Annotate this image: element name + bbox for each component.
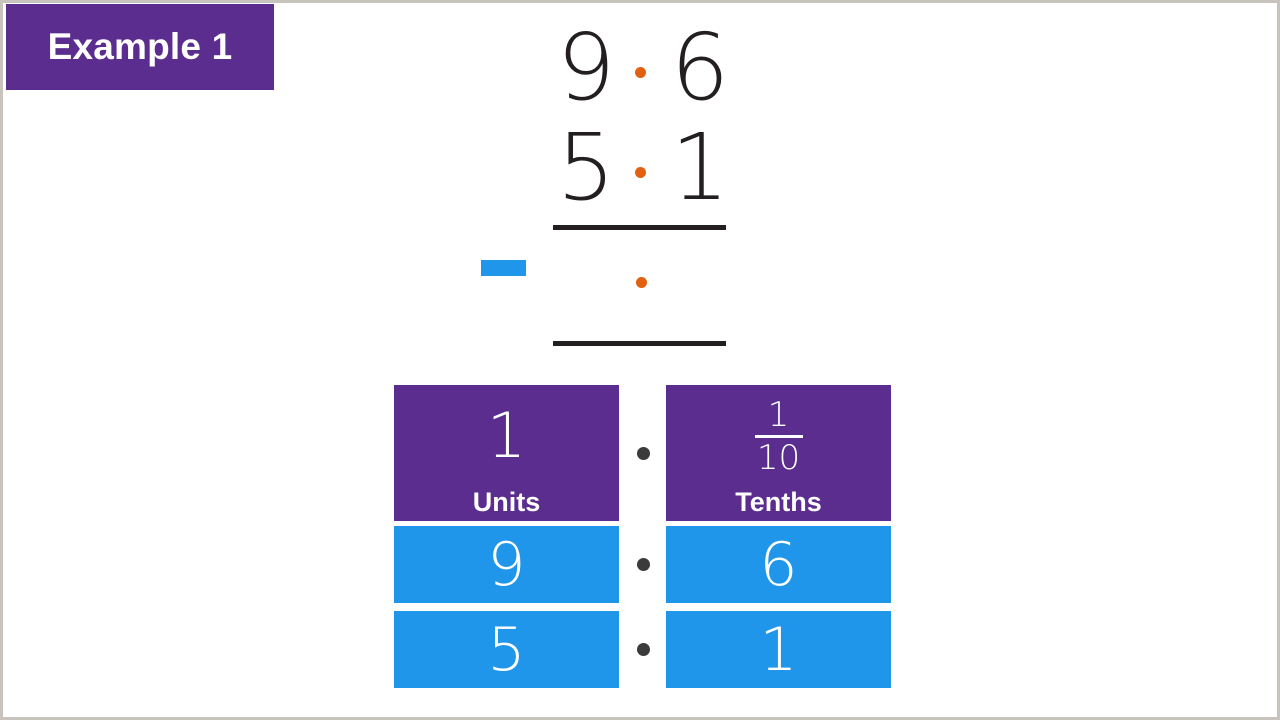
answer-decimal-point-icon: [636, 277, 647, 288]
place-value-label-units: Units: [472, 487, 541, 517]
table-row: 1: [666, 611, 891, 688]
subtrahend-tenths-digit: 1: [670, 114, 730, 221]
place-value-header-units: 1 Units: [394, 385, 619, 521]
table-row: 6: [666, 526, 891, 603]
subtrahend-decimal-point-icon: [635, 167, 646, 178]
answer-row: [433, 265, 773, 375]
tenths-cell-value-2: 1: [759, 614, 798, 685]
minuend-row: 9 6: [433, 13, 773, 123]
tenths-fraction-numerator: 1: [767, 394, 790, 435]
table-row: 9: [394, 526, 619, 603]
units-symbol-value: 1: [486, 399, 527, 472]
minuend-decimal-point-icon: [635, 67, 646, 78]
example-badge: Example 1: [6, 4, 274, 90]
minuend-units-digit: 9: [556, 14, 616, 121]
example-badge-label: Example 1: [47, 26, 233, 67]
subtrahend-row: 5 1: [433, 113, 773, 276]
table-row: 5: [394, 611, 619, 688]
units-cell-value-1: 9: [487, 529, 526, 600]
place-value-table: 1 Units 9 5 1 10 Tenths 6 1: [394, 385, 891, 688]
sum-rule-lower: [553, 341, 726, 346]
column-subtraction: 9 6 5 1: [433, 13, 773, 363]
tenths-fraction-denominator: 10: [756, 437, 801, 478]
place-value-label-tenths: Tenths: [735, 487, 822, 517]
tenths-fraction: 1 10: [754, 394, 803, 478]
slide-canvas: Example 1 9 6 5 1 1 Units 9 5 1 10 Tenth…: [0, 0, 1280, 720]
tenths-cell-value-1: 6: [759, 529, 798, 600]
sum-rule-upper: [553, 225, 726, 230]
place-value-symbol-units: 1: [394, 385, 619, 487]
minuend-tenths-digit: 6: [670, 14, 730, 121]
units-cell-value-2: 5: [487, 614, 526, 685]
decimal-separator-dot-icon-header: [637, 447, 650, 460]
place-value-symbol-tenths: 1 10: [666, 385, 891, 487]
decimal-separator-dot-icon-row1: [637, 558, 650, 571]
decimal-separator-dot-icon-row2: [637, 643, 650, 656]
subtrahend-units-digit: 5: [556, 114, 616, 221]
place-value-header-tenths: 1 10 Tenths: [666, 385, 891, 521]
